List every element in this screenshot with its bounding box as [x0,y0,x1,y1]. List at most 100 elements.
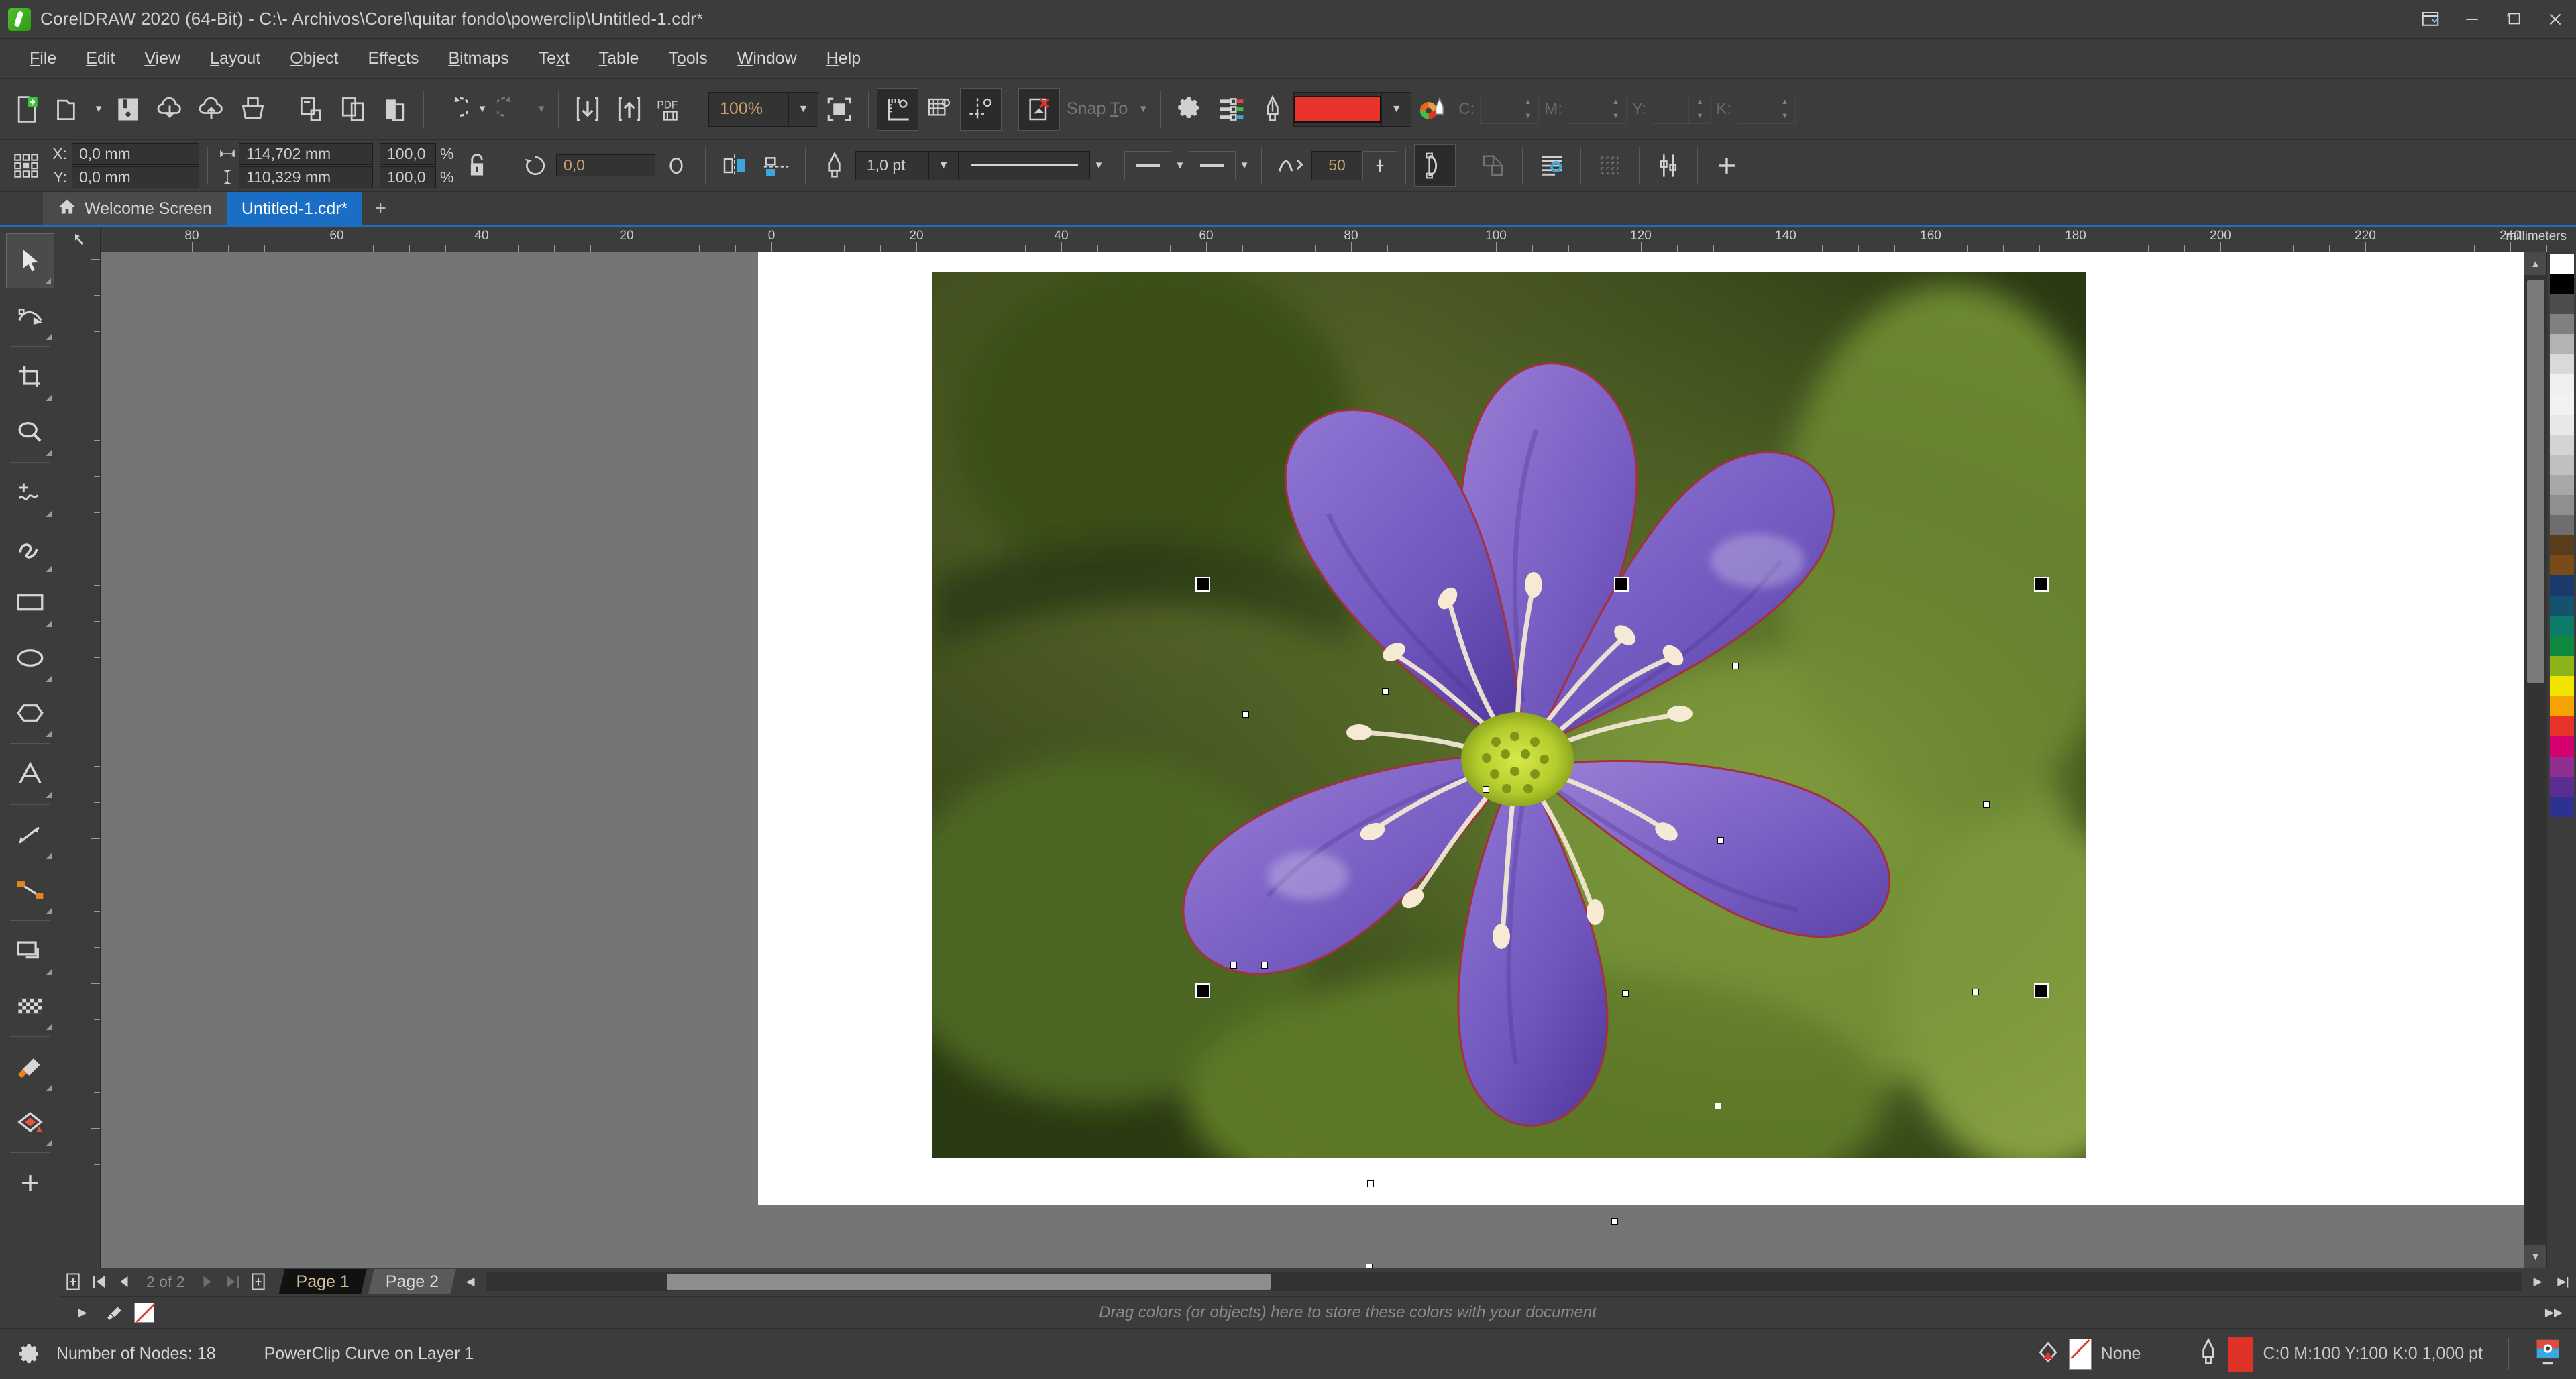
print-icon[interactable] [232,88,274,131]
zoom-level-chevron-icon[interactable]: ▼ [788,93,818,126]
palette-swatch[interactable] [2550,555,2574,575]
convert-outline-icon[interactable] [1414,144,1456,187]
scale-height-field[interactable]: 100,0 [380,166,436,188]
redo-history-chevron-icon[interactable]: ▼ [533,88,550,131]
scroll-left-arrow-icon[interactable]: ◀ [458,1269,483,1294]
wrap-text-options-button[interactable] [1362,151,1397,180]
palette-swatch[interactable] [2550,757,2574,777]
palette-swatch[interactable] [2550,394,2574,415]
redo-icon[interactable] [491,88,533,131]
vertical-scroll-thumb[interactable] [2527,280,2544,683]
connector-tool[interactable] [6,863,54,918]
import-icon[interactable] [567,88,608,131]
cmyk-m-spinner[interactable]: ▲▼ [1605,95,1627,124]
drop-shadow-tool[interactable] [6,924,54,979]
mirror-horizontal-icon[interactable] [714,144,755,187]
document-palette-eyedropper-icon[interactable] [105,1303,125,1323]
palette-swatch[interactable] [2550,797,2574,817]
object-origin-icon[interactable] [5,144,47,187]
palette-swatch[interactable] [2550,314,2574,334]
curve-node[interactable] [1622,990,1629,997]
last-page-icon[interactable] [220,1269,246,1294]
export-cloud-icon[interactable] [191,88,232,131]
curve-node[interactable] [1715,1103,1721,1109]
cmyk-k-field[interactable] [1737,95,1774,124]
menu-text[interactable]: Text [524,45,584,72]
color-eyedropper-tool[interactable] [6,1040,54,1095]
object-x-field[interactable]: 0,0 mm [72,143,199,165]
menu-view[interactable]: View [129,45,195,72]
menu-layout[interactable]: Layout [195,45,275,72]
next-page-icon[interactable] [195,1269,220,1294]
curve-node[interactable] [1230,962,1237,969]
start-arrowhead-picker[interactable] [1124,151,1171,180]
cmyk-c-spinner[interactable]: ▲▼ [1517,95,1539,124]
outline-color-swatch-status[interactable] [2228,1337,2253,1372]
status-bar-gear-icon[interactable] [15,1342,44,1366]
palette-swatch[interactable] [2550,495,2574,515]
menu-window[interactable]: Window [722,45,812,72]
zoom-level-combo[interactable]: 100% ▼ [708,92,818,127]
copy-icon[interactable] [332,88,374,131]
palette-swatch[interactable] [2550,736,2574,757]
lock-ratio-icon[interactable] [456,144,498,187]
shape-tool-flyout-icon[interactable] [46,334,52,340]
crop-tool-flyout-icon[interactable] [46,395,52,401]
freehand-tool[interactable] [6,465,54,520]
rectangle-tool[interactable] [6,575,54,630]
open-recent-chevron-icon[interactable]: ▼ [90,88,107,131]
outline-width-combo[interactable]: 1,0 pt ▼ [855,151,959,180]
text-tool-flyout-icon[interactable] [46,792,52,798]
outline-color-chevron-icon[interactable]: ▼ [1381,93,1411,126]
previous-page-icon[interactable] [111,1269,137,1294]
selection-handle-nw[interactable] [1195,577,1210,592]
smart-fill-tool[interactable] [6,1156,54,1211]
curve-node[interactable] [1611,1218,1618,1225]
add-page-after-icon[interactable] [246,1269,271,1294]
wrap-text-offset-field[interactable]: 50 [1311,151,1362,180]
artistic-media-tool-flyout-icon[interactable] [46,566,52,572]
palette-swatch[interactable] [2550,777,2574,797]
undo-history-chevron-icon[interactable]: ▼ [474,88,491,131]
cmyk-y-spinner[interactable]: ▲▼ [1689,95,1711,124]
end-arrowhead-picker[interactable] [1189,151,1236,180]
edit-powerclip-icon[interactable] [1472,144,1514,187]
palette-swatch[interactable] [2550,354,2574,374]
parallel-dimension-tool[interactable] [6,808,54,863]
scroll-right-arrow-icon[interactable]: ▶ [2525,1269,2551,1294]
color-eyedropper-tool-flyout-icon[interactable] [46,1085,52,1091]
zoom-tool[interactable] [6,404,54,459]
end-arrowhead-chevron-icon[interactable]: ▼ [1236,144,1253,187]
palette-swatch[interactable] [2550,515,2574,535]
curve-node[interactable] [1366,1264,1373,1268]
show-guidelines-icon[interactable] [960,88,1002,131]
scroll-up-arrow-icon[interactable]: ▲ [2524,252,2547,275]
object-width-field[interactable]: 114,702 mm [239,143,373,165]
open-document-icon[interactable] [48,88,90,131]
palette-swatch[interactable] [2550,596,2574,616]
crop-tool[interactable] [6,349,54,404]
new-document-icon[interactable] [7,88,48,131]
artistic-media-tool[interactable] [6,520,54,575]
curve-node[interactable] [1242,711,1249,718]
cmyk-m-field[interactable] [1568,95,1605,124]
outline-color-swatch[interactable] [1294,96,1381,123]
scale-width-field[interactable]: 100,0 [380,143,436,165]
palette-swatch[interactable] [2550,676,2574,696]
interactive-fill-tool[interactable] [6,1095,54,1150]
cmyk-y-field[interactable] [1652,95,1689,124]
vertical-ruler[interactable] [60,252,101,1268]
selection-handle-n[interactable] [1614,577,1629,592]
restore-down-icon[interactable] [2410,0,2451,39]
wrap-text-icon[interactable] [1270,144,1311,187]
paste-icon[interactable] [374,88,415,131]
document-palette-no-color-swatch[interactable] [134,1303,154,1323]
palette-swatch[interactable] [2550,415,2574,435]
cut-icon[interactable] [290,88,332,131]
outline-pen-icon[interactable] [1252,88,1293,131]
snap-off-icon[interactable] [1018,88,1060,131]
horizontal-ruler[interactable]: millimeters 8060402002040608010012014016… [101,227,2576,252]
parallel-dimension-tool-flyout-icon[interactable] [46,853,52,859]
interactive-fill-tool-flyout-icon[interactable] [46,1140,52,1146]
line-style-chevron-icon[interactable]: ▼ [1090,144,1108,187]
